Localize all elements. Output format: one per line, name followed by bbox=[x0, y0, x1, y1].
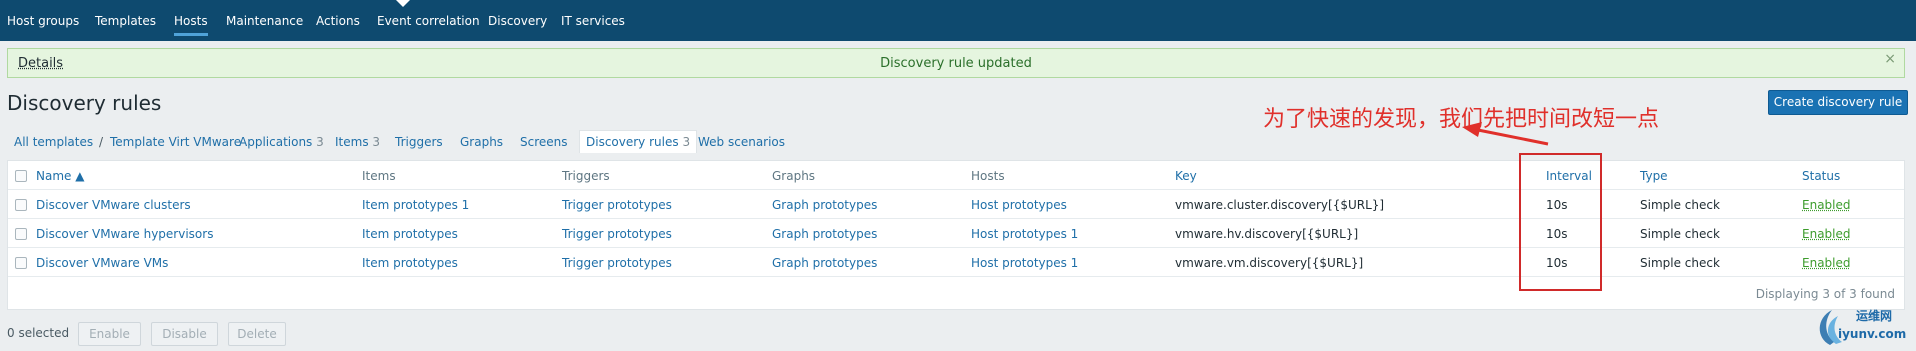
discovery-rules-table: Name ▲ Items Triggers Graphs Hosts Key I… bbox=[7, 160, 1905, 310]
column-header-status[interactable]: Status bbox=[1802, 169, 1840, 183]
active-menu-caret-icon bbox=[396, 0, 410, 7]
nav-host-groups[interactable]: Host groups bbox=[7, 14, 79, 28]
breadcrumb-all-templates[interactable]: All templates bbox=[14, 135, 93, 149]
status-toggle[interactable]: Enabled bbox=[1802, 227, 1851, 241]
annotation-highlight-box bbox=[1519, 153, 1602, 291]
rule-type: Simple check bbox=[1640, 198, 1720, 212]
table-divider bbox=[8, 247, 1904, 248]
column-header-graphs: Graphs bbox=[772, 169, 816, 183]
rule-name-link[interactable]: Discover VMware VMs bbox=[36, 256, 168, 270]
host-prototypes-link[interactable]: Host prototypes 1 bbox=[971, 256, 1078, 270]
item-prototypes-link[interactable]: Item prototypes bbox=[362, 256, 458, 270]
rule-type: Simple check bbox=[1640, 256, 1720, 270]
rule-key: vmware.vm.discovery[{$URL}] bbox=[1175, 256, 1364, 270]
item-prototypes-link[interactable]: Item prototypes 1 bbox=[362, 198, 469, 212]
rule-key: vmware.hv.discovery[{$URL}] bbox=[1175, 227, 1359, 241]
nav-maintenance[interactable]: Maintenance bbox=[226, 14, 303, 28]
row-checkbox[interactable] bbox=[15, 199, 27, 211]
rule-name-link[interactable]: Discover VMware hypervisors bbox=[36, 227, 213, 241]
enable-button[interactable]: Enable bbox=[78, 322, 141, 346]
tab-applications[interactable]: Applications 3 bbox=[239, 135, 324, 149]
page-title: Discovery rules bbox=[7, 91, 162, 115]
disable-button[interactable]: Disable bbox=[151, 322, 218, 346]
trigger-prototypes-link[interactable]: Trigger prototypes bbox=[562, 256, 672, 270]
select-all-checkbox[interactable] bbox=[15, 170, 27, 182]
rule-key: vmware.cluster.discovery[{$URL}] bbox=[1175, 198, 1385, 212]
top-navigation: Host groups Templates Hosts Maintenance … bbox=[0, 0, 1916, 41]
breadcrumb: All templates / Template Virt VMware App… bbox=[7, 130, 797, 154]
delete-button[interactable]: Delete bbox=[228, 322, 286, 346]
breadcrumb-template[interactable]: Template Virt VMware bbox=[110, 135, 241, 149]
nav-hosts[interactable]: Hosts bbox=[174, 14, 208, 36]
column-header-name[interactable]: Name ▲ bbox=[36, 169, 84, 183]
annotation-arrow-icon bbox=[1462, 122, 1549, 146]
close-icon[interactable]: × bbox=[1884, 51, 1896, 67]
status-toggle[interactable]: Enabled bbox=[1802, 256, 1851, 270]
host-prototypes-link[interactable]: Host prototypes 1 bbox=[971, 227, 1078, 241]
graph-prototypes-link[interactable]: Graph prototypes bbox=[772, 227, 877, 241]
column-header-items: Items bbox=[362, 169, 396, 183]
rule-type: Simple check bbox=[1640, 227, 1720, 241]
nav-it-services[interactable]: IT services bbox=[561, 14, 625, 28]
logo-text-en: iyunv.com bbox=[1838, 327, 1907, 341]
trigger-prototypes-link[interactable]: Trigger prototypes bbox=[562, 227, 672, 241]
item-prototypes-link[interactable]: Item prototypes bbox=[362, 227, 458, 241]
table-divider bbox=[8, 189, 1904, 190]
tab-graphs[interactable]: Graphs bbox=[460, 135, 503, 149]
nav-actions[interactable]: Actions bbox=[316, 14, 360, 28]
trigger-prototypes-link[interactable]: Trigger prototypes bbox=[562, 198, 672, 212]
success-message: Details Discovery rule updated × bbox=[7, 48, 1905, 78]
row-checkbox[interactable] bbox=[15, 228, 27, 240]
message-text: Discovery rule updated bbox=[880, 56, 1032, 71]
rule-name-link[interactable]: Discover VMware clusters bbox=[36, 198, 191, 212]
tab-discovery-rules[interactable]: Discovery rules 3 bbox=[579, 130, 698, 153]
column-header-key[interactable]: Key bbox=[1175, 169, 1197, 183]
graph-prototypes-link[interactable]: Graph prototypes bbox=[772, 256, 877, 270]
tab-web-scenarios[interactable]: Web scenarios bbox=[698, 135, 785, 149]
tab-items[interactable]: Items 3 bbox=[335, 135, 380, 149]
column-header-triggers: Triggers bbox=[562, 169, 610, 183]
selected-count: 0 selected bbox=[7, 326, 70, 340]
column-header-type[interactable]: Type bbox=[1640, 169, 1668, 183]
nav-discovery[interactable]: Discovery bbox=[488, 14, 547, 28]
breadcrumb-separator: / bbox=[99, 135, 104, 149]
nav-templates[interactable]: Templates bbox=[95, 14, 156, 28]
create-discovery-rule-button[interactable]: Create discovery rule bbox=[1768, 90, 1908, 115]
status-toggle[interactable]: Enabled bbox=[1802, 198, 1851, 212]
logo-text-cn: 运维网 bbox=[1856, 309, 1893, 323]
tab-triggers[interactable]: Triggers bbox=[395, 135, 443, 149]
table-divider bbox=[8, 218, 1904, 219]
results-count: Displaying 3 of 3 found bbox=[1755, 287, 1895, 301]
column-header-hosts: Hosts bbox=[971, 169, 1005, 183]
nav-event-correlation[interactable]: Event correlation bbox=[377, 14, 480, 28]
tab-screens[interactable]: Screens bbox=[520, 135, 568, 149]
row-checkbox[interactable] bbox=[15, 257, 27, 269]
table-divider bbox=[8, 276, 1904, 277]
mass-action-bar: 0 selected Enable Disable Delete bbox=[7, 322, 607, 346]
graph-prototypes-link[interactable]: Graph prototypes bbox=[772, 198, 877, 212]
host-prototypes-link[interactable]: Host prototypes bbox=[971, 198, 1067, 212]
